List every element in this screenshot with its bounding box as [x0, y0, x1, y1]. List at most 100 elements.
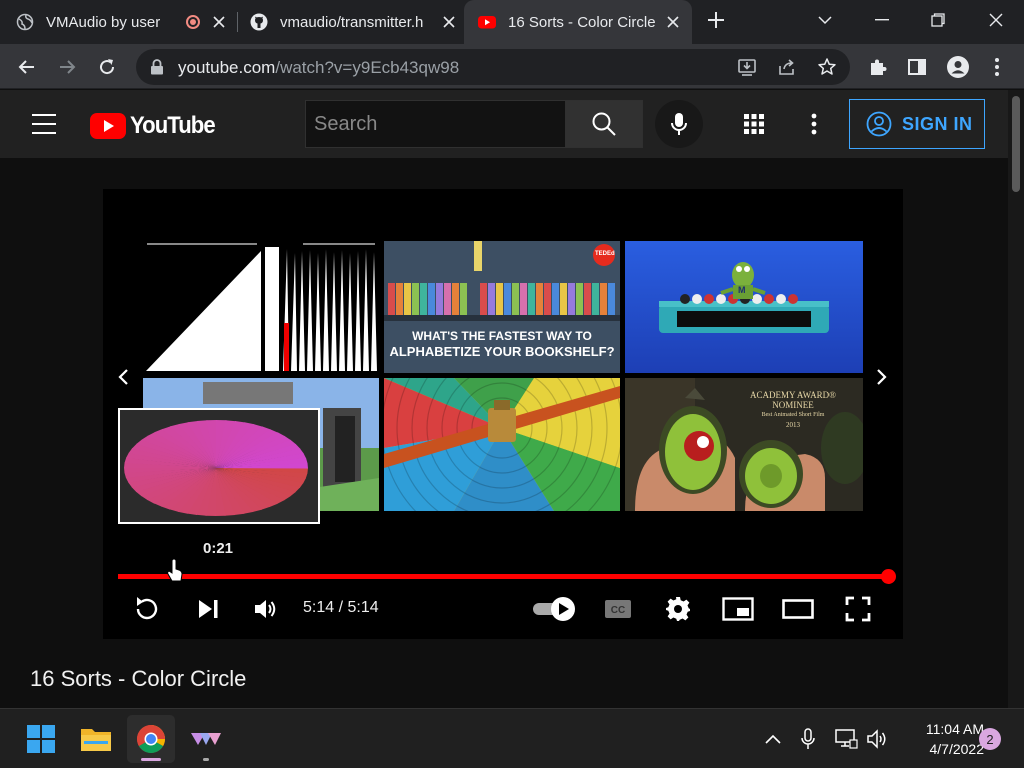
autoplay-toggle-icon [533, 597, 575, 621]
replay-icon [136, 597, 158, 620]
youtube-masthead: YouTube SIGN IN [0, 90, 1008, 158]
system-clock[interactable]: 11:04 AM 4/7/2022 [900, 719, 984, 759]
show-hidden-icons-button[interactable] [761, 727, 785, 751]
award-laurel: ACADEMY AWARD® NOMINEE Best Animated Sho… [733, 390, 853, 430]
close-tab-icon[interactable] [208, 11, 230, 33]
seek-preview-thumbnail [118, 408, 320, 524]
vm-app-taskbar-button[interactable] [182, 715, 230, 763]
share-button[interactable] [772, 52, 802, 82]
minimize-button[interactable] [854, 0, 910, 40]
close-tab-icon[interactable] [438, 11, 460, 33]
back-button[interactable] [12, 52, 42, 82]
settings-menu-button[interactable] [802, 112, 826, 136]
miniplayer-button[interactable] [721, 594, 755, 624]
next-video-button[interactable] [193, 594, 223, 624]
profile-button[interactable] [943, 52, 973, 82]
endscreen-video-tile[interactable]: TEDEd WHAT'S THE FASTEST WAY TO ALPHABET… [384, 241, 620, 373]
youtube-favicon-icon [478, 16, 496, 29]
microphone-tray-button[interactable] [796, 727, 820, 751]
seek-preview-time: 0:21 [203, 540, 234, 557]
page-scrollbar[interactable] [1008, 90, 1024, 708]
gear-icon [666, 597, 690, 621]
url-text: youtube.com/watch?v=y9Ecb43qw98 [178, 58, 459, 78]
github-icon [250, 13, 268, 31]
search-input[interactable] [306, 101, 565, 147]
close-window-button[interactable] [968, 0, 1024, 40]
profile-avatar-icon [947, 56, 969, 78]
file-explorer-button[interactable] [72, 715, 120, 763]
endscreen-prev-button[interactable] [111, 365, 135, 389]
progress-scrubber[interactable] [881, 569, 896, 584]
tab-github[interactable]: vmaudio/transmitter.h [250, 0, 460, 44]
replay-button[interactable] [131, 594, 163, 624]
clock-time: 11:04 AM [925, 721, 984, 737]
url-domain: youtube.com [178, 58, 276, 77]
new-tab-button[interactable] [688, 0, 744, 40]
volume-tray-button[interactable] [866, 727, 890, 751]
endscreen-thumbnail [384, 378, 620, 511]
close-tab-icon[interactable] [662, 11, 684, 33]
youtube-logo[interactable]: YouTube [90, 112, 222, 140]
sign-in-button[interactable]: SIGN IN [849, 99, 985, 149]
address-bar[interactable]: youtube.com/watch?v=y9Ecb43qw98 [136, 49, 850, 85]
progress-bar[interactable] [118, 574, 888, 579]
subtitles-button[interactable]: CC [603, 594, 633, 624]
lock-icon [151, 59, 163, 75]
tab-separator [237, 12, 238, 32]
globe-icon [16, 13, 34, 31]
side-panel-button[interactable] [902, 52, 932, 82]
endscreen-video-tile[interactable]: M [625, 241, 863, 373]
fullscreen-button[interactable] [843, 594, 873, 624]
account-circle-icon [866, 111, 892, 137]
video-player[interactable]: TEDEd WHAT'S THE FASTEST WAY TO ALPHABET… [103, 189, 903, 639]
chevron-left-icon [118, 369, 128, 385]
caption-line: ALPHABETIZE YOUR BOOKSHELF? [389, 344, 615, 359]
time-display: 5:14 / 5:14 [303, 599, 379, 616]
puzzle-icon [871, 59, 887, 75]
caption-line: WHAT'S THE FASTEST WAY TO [412, 329, 592, 343]
network-tray-button[interactable] [834, 727, 858, 751]
extensions-button[interactable] [863, 52, 893, 82]
notification-badge[interactable]: 2 [979, 728, 1001, 750]
chrome-menu-button[interactable] [982, 52, 1012, 82]
endscreen-video-tile[interactable]: ACADEMY AWARD® NOMINEE Best Animated Sho… [625, 378, 863, 511]
reload-button[interactable] [92, 52, 122, 82]
tab-vmaudio[interactable]: VMAudio by user [16, 0, 230, 44]
recording-icon [186, 15, 200, 29]
search-box[interactable] [305, 100, 565, 148]
guide-menu-icon[interactable] [32, 114, 56, 134]
tab-youtube-active[interactable]: 16 Sorts - Color Circle [464, 0, 692, 44]
plus-icon [708, 12, 724, 28]
theater-mode-button[interactable] [781, 594, 815, 624]
settings-button[interactable] [663, 594, 693, 624]
endscreen-thumbnail [625, 241, 863, 373]
voice-search-button[interactable] [655, 100, 703, 148]
endscreen-video-tile[interactable] [384, 378, 620, 511]
vm-app-icon [191, 733, 221, 745]
award-line: NOMINEE [772, 400, 814, 410]
search-button[interactable] [565, 100, 643, 148]
chevron-up-icon [765, 734, 781, 744]
bookmark-button[interactable] [812, 52, 842, 82]
autoplay-toggle[interactable] [533, 597, 577, 621]
apps-button[interactable] [742, 112, 766, 136]
restore-button[interactable] [910, 0, 966, 40]
chrome-taskbar-button[interactable] [127, 715, 175, 763]
network-icon [835, 729, 858, 749]
install-app-button[interactable] [732, 52, 762, 82]
tab-title: vmaudio/transmitter.h [280, 13, 424, 31]
tab-title: VMAudio by user [46, 13, 161, 31]
fullscreen-icon [845, 596, 871, 622]
start-button[interactable] [17, 715, 65, 763]
forward-button[interactable] [52, 52, 82, 82]
endscreen-next-button[interactable] [870, 365, 894, 389]
side-panel-icon [908, 59, 926, 75]
youtube-wordmark: YouTube [130, 112, 216, 139]
award-line: ACADEMY AWARD® [749, 390, 837, 400]
sign-in-label: SIGN IN [902, 113, 973, 134]
tab-search-button[interactable] [797, 0, 853, 40]
endscreen-video-tile[interactable] [143, 241, 379, 373]
mute-button[interactable] [251, 594, 281, 624]
kebab-menu-icon [995, 58, 999, 76]
scrollbar-thumb[interactable] [1012, 96, 1020, 192]
